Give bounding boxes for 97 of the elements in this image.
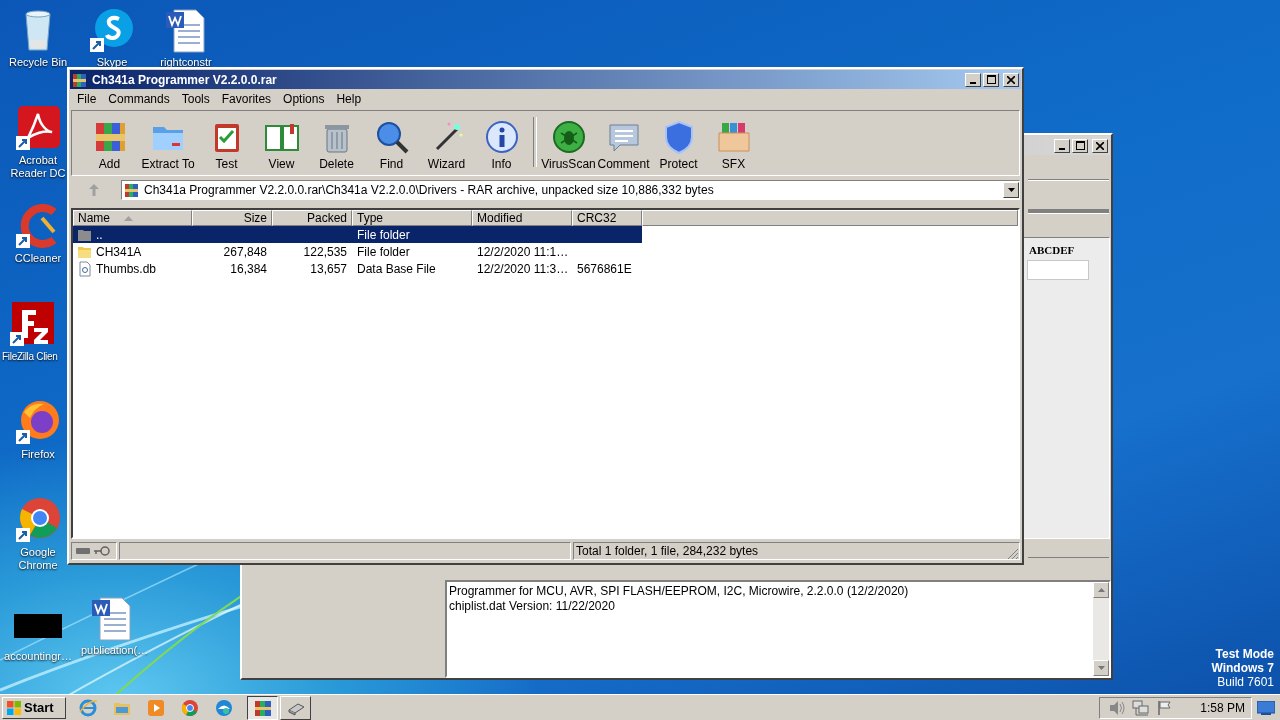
table-cell: File folder xyxy=(357,227,410,242)
browser-e-icon xyxy=(78,697,98,718)
dropdown-button[interactable] xyxy=(1003,182,1019,198)
toolbar-button[interactable]: Protect xyxy=(651,115,706,171)
resize-grip-icon[interactable] xyxy=(1007,548,1019,560)
toolbar-button[interactable]: Comment xyxy=(596,115,651,171)
file-icon xyxy=(77,260,93,277)
os-watermark-text: Test Mode xyxy=(1215,647,1274,661)
windows-logo-icon xyxy=(6,699,22,716)
column-header[interactable]: CRC32 xyxy=(572,210,642,226)
toolbar-button[interactable]: Delete xyxy=(309,115,364,171)
os-watermark-text: Build 7601 xyxy=(1217,675,1274,689)
scroll-down-button[interactable] xyxy=(1093,660,1109,676)
minimize-button[interactable] xyxy=(965,72,981,87)
menu-item[interactable]: Tools xyxy=(175,92,216,106)
window-title: Ch341a Programmer V2.2.0.0.rar xyxy=(92,72,278,87)
table-cell: File folder xyxy=(357,244,410,259)
file-name: CH341A xyxy=(96,244,142,259)
scroll-up-button[interactable] xyxy=(1093,582,1109,598)
column-header[interactable]: Name xyxy=(73,210,192,226)
file-name: Thumbs.db xyxy=(96,261,157,276)
app-shortcut-icon[interactable] xyxy=(8,300,56,348)
maximize-icon xyxy=(1075,141,1085,150)
toolbar-button[interactable]: Find xyxy=(364,115,419,171)
hex-column-header: ABCDEF xyxy=(1029,244,1075,256)
drive-icon xyxy=(76,547,90,555)
file-row[interactable]: .. File folder xyxy=(73,226,642,243)
start-button[interactable]: Start xyxy=(2,696,66,719)
menu-item[interactable]: Options xyxy=(277,92,331,106)
desktop-icon-label[interactable]: Firefox xyxy=(21,448,55,461)
close-icon xyxy=(1096,141,1104,150)
maximize-button[interactable] xyxy=(1072,138,1088,153)
taskbar-app-button[interactable] xyxy=(247,695,278,720)
bug-icon xyxy=(550,119,587,155)
network-icon[interactable] xyxy=(1132,699,1151,716)
desktop-icon-label[interactable]: rightconstr xyxy=(160,56,212,69)
desktop-icon-label[interactable]: FileZilla Clien xyxy=(2,350,58,363)
monitor-icon xyxy=(1257,700,1275,715)
minimize-icon xyxy=(1059,147,1065,150)
file-row[interactable]: CH341A 267,848 122,535 File folder 12/2/2020 11:1… xyxy=(73,243,642,260)
table-cell: 13,657 xyxy=(310,261,347,276)
toolbar-button[interactable]: View xyxy=(254,115,309,171)
column-header[interactable]: Modified xyxy=(472,210,572,226)
key-icon xyxy=(94,546,110,556)
table-cell: 16,384 xyxy=(230,261,267,276)
table-cell: 5676861E xyxy=(577,261,632,276)
hex-grid-cell xyxy=(1027,260,1089,280)
close-button[interactable] xyxy=(1092,138,1108,153)
app-shortcut-icon[interactable] xyxy=(14,398,62,446)
toolbar-button[interactable]: Test xyxy=(199,115,254,171)
table-cell: Data Base File xyxy=(357,261,436,276)
desktop-icon-label[interactable]: Acrobat Reader DC xyxy=(7,154,69,180)
toolbar-button[interactable]: Info xyxy=(474,115,529,171)
log-line: Programmer for MCU, AVR, SPI FLASH/EEPROM, I2C, Microwire, 2.2.0.0 (12/2/2020) xyxy=(449,584,910,599)
toolbar-button[interactable]: VirusScan xyxy=(541,115,596,171)
menu-item[interactable]: Commands xyxy=(102,92,176,106)
column-header[interactable]: Packed xyxy=(272,210,352,226)
menu-item[interactable]: File xyxy=(71,92,103,106)
vertical-scrollbar[interactable] xyxy=(1093,582,1109,676)
close-button[interactable] xyxy=(1003,72,1019,87)
file-row[interactable]: Thumbs.db 16,384 13,657 Data Base File 12/2/2020 11:3… 5676861E xyxy=(73,260,642,277)
log-line: chiplist.dat Version: 11/22/2020 xyxy=(449,599,616,614)
os-watermark-text: Windows 7 xyxy=(1211,661,1274,675)
address-field[interactable]: Ch341a Programmer V2.2.0.0.rar\Ch341a V2.2.0.0\Drivers - RAR archive, unpacked size 10,886,332 bytes xyxy=(121,180,1020,200)
app-shortcut-icon[interactable] xyxy=(88,6,136,54)
caret-icon xyxy=(1007,188,1015,192)
column-header[interactable]: Size xyxy=(192,210,272,226)
table-cell: 267,848 xyxy=(223,244,267,259)
archive-books-icon xyxy=(124,182,140,198)
up-arrow-icon xyxy=(89,184,99,196)
desktop-icon-label[interactable]: CCleaner xyxy=(14,252,62,265)
column-header[interactable]: Type xyxy=(352,210,472,226)
table-cell: 12/2/2020 11:3… xyxy=(477,261,569,276)
down-arrow-icon xyxy=(1097,666,1105,670)
menu-item[interactable]: Favorites xyxy=(215,92,278,106)
menu-item[interactable]: Help xyxy=(330,92,368,106)
maximize-icon xyxy=(986,75,996,84)
maximize-button[interactable] xyxy=(983,72,999,87)
file-name: .. xyxy=(96,227,103,242)
toolbar-button[interactable]: Extract To xyxy=(137,115,199,171)
status-text: Total 1 folder, 1 file, 284,232 bytes xyxy=(576,544,759,558)
minimize-icon xyxy=(970,81,976,84)
archive-books-icon xyxy=(72,71,88,88)
toolbar-button[interactable]: Wizard xyxy=(419,115,474,171)
table-cell: 122,535 xyxy=(303,244,347,259)
info-icon xyxy=(483,119,520,155)
close-icon xyxy=(1007,75,1015,84)
app-shortcut-icon[interactable] xyxy=(14,496,62,544)
app-shortcut-icon[interactable] xyxy=(14,104,62,152)
desktop-icon-label[interactable]: Skype xyxy=(96,56,128,69)
up-arrow-icon xyxy=(1097,588,1105,592)
clock-text[interactable]: 1:58 PM xyxy=(1200,700,1245,715)
desktop-icon-label[interactable]: Recycle Bin xyxy=(8,56,68,69)
minimize-button[interactable] xyxy=(1054,138,1070,153)
toolbar-button[interactable]: SFX xyxy=(706,115,761,171)
table-cell: 12/2/2020 11:1… xyxy=(477,244,569,259)
toolbar-button[interactable]: Add xyxy=(82,115,137,171)
